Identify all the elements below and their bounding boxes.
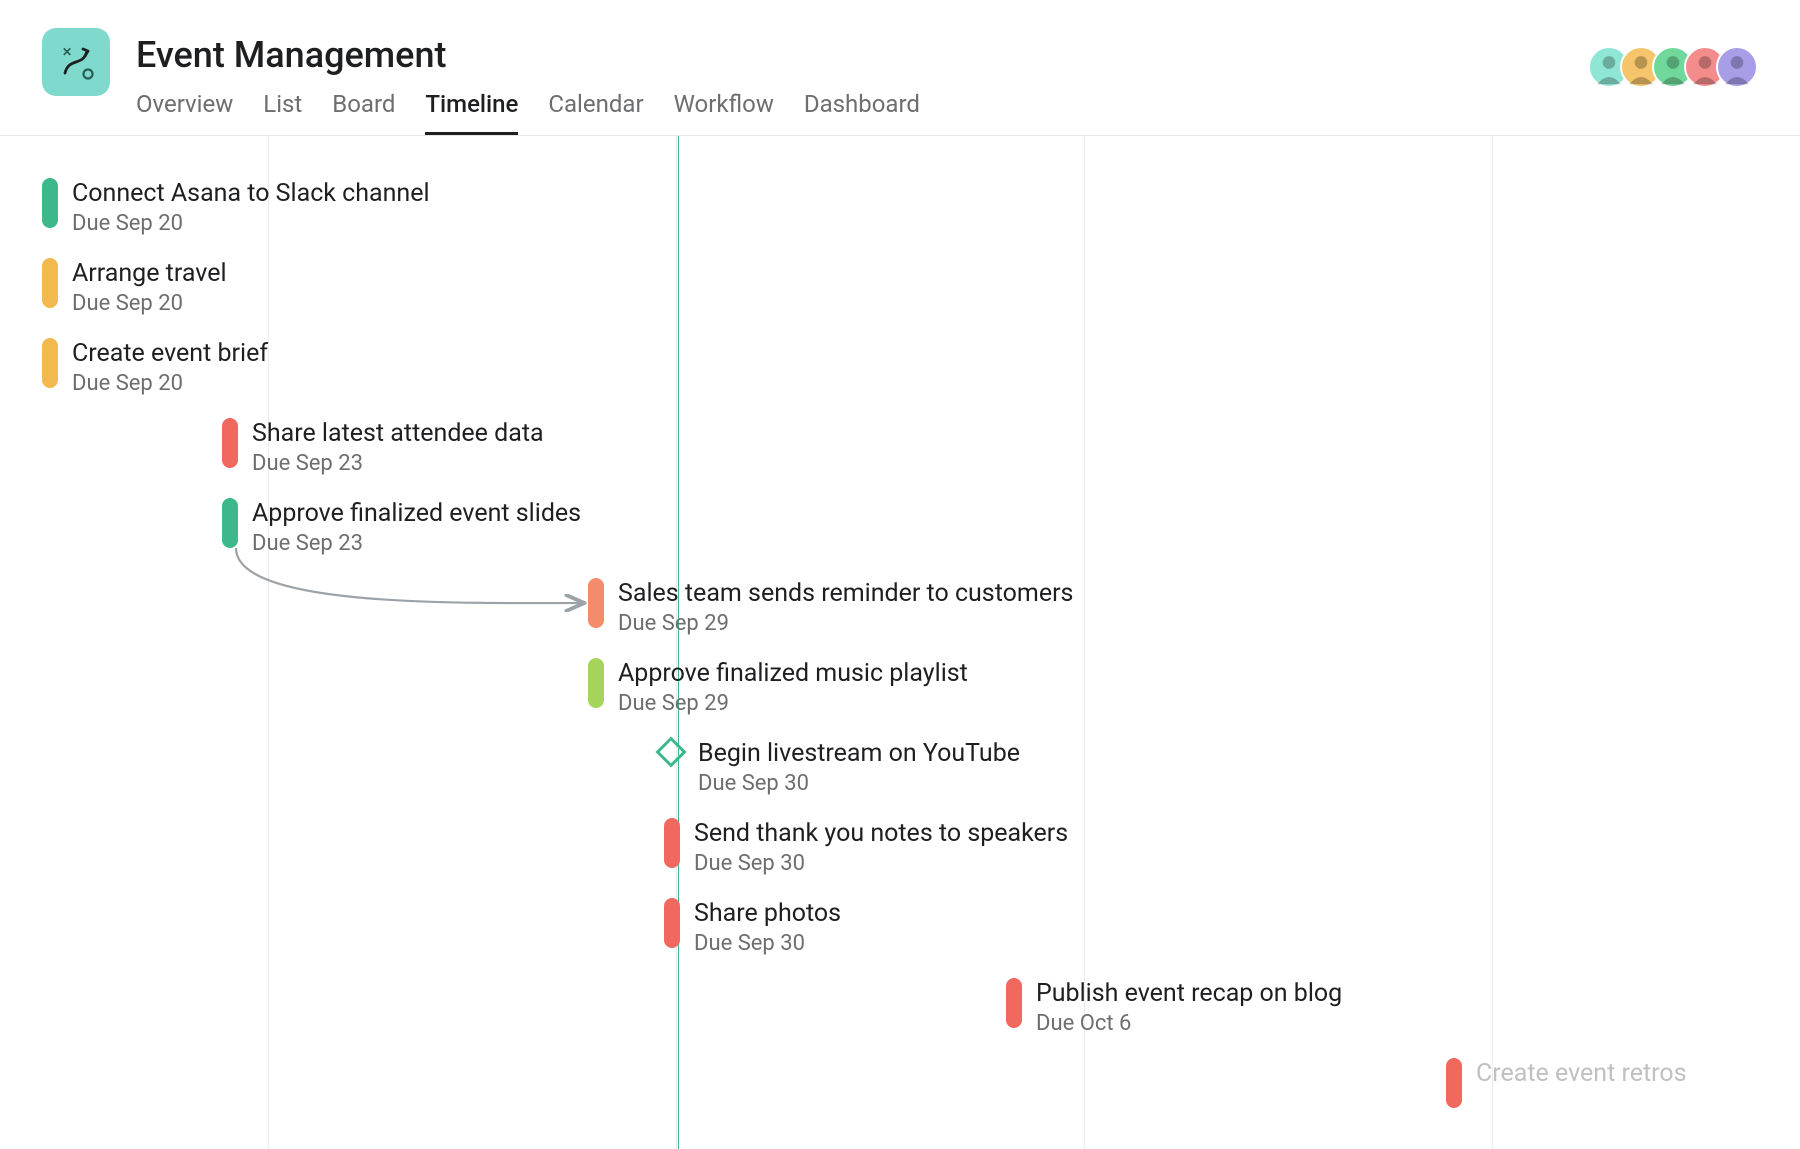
task-pill xyxy=(222,498,238,548)
timeline-area[interactable]: Connect Asana to Slack channelDue Sep 20… xyxy=(0,136,1800,1149)
task-pill xyxy=(222,418,238,468)
project-icon[interactable]: ✕ xyxy=(42,28,110,96)
tab-calendar[interactable]: Calendar xyxy=(548,82,643,135)
timeline-task[interactable]: Create event briefDue Sep 20 xyxy=(42,338,268,396)
grid-line xyxy=(268,136,269,1149)
task-text: Connect Asana to Slack channelDue Sep 20 xyxy=(72,178,430,236)
timeline-task[interactable]: Share photosDue Sep 30 xyxy=(664,898,841,956)
task-pill xyxy=(664,818,680,868)
timeline-task[interactable]: Sales team sends reminder to customersDu… xyxy=(588,578,1073,636)
task-due: Due Sep 23 xyxy=(252,451,544,476)
task-title: Share latest attendee data xyxy=(252,418,544,449)
tab-timeline[interactable]: Timeline xyxy=(425,82,518,135)
task-pill xyxy=(664,898,680,948)
task-text: Share latest attendee dataDue Sep 23 xyxy=(252,418,544,476)
tab-overview[interactable]: Overview xyxy=(136,82,233,135)
task-due: Due Sep 30 xyxy=(694,851,1068,876)
task-text: Share photosDue Sep 30 xyxy=(694,898,841,956)
task-title: Create event brief xyxy=(72,338,268,369)
task-pill xyxy=(588,578,604,628)
task-due: Due Sep 29 xyxy=(618,611,1073,636)
milestone-icon xyxy=(655,736,686,767)
task-title: Approve finalized music playlist xyxy=(618,658,968,689)
header-content: Event Management Overview List Board Timeli… xyxy=(136,28,920,135)
grid-line xyxy=(676,136,677,1149)
header-left: ✕ Event Management Overview List Board Time… xyxy=(42,28,920,135)
task-due: Due Sep 20 xyxy=(72,371,268,396)
tab-board[interactable]: Board xyxy=(332,82,395,135)
svg-text:✕: ✕ xyxy=(62,45,72,59)
task-text: Approve finalized event slidesDue Sep 23 xyxy=(252,498,581,556)
tabs: Overview List Board Timeline Calendar Workflo… xyxy=(136,82,920,135)
timeline-task[interactable]: Approve finalized event slidesDue Sep 23 xyxy=(222,498,581,556)
task-text: Create event briefDue Sep 20 xyxy=(72,338,268,396)
task-text: Publish event recap on blogDue Oct 6 xyxy=(1036,978,1342,1036)
timeline-task[interactable]: Share latest attendee dataDue Sep 23 xyxy=(222,418,544,476)
timeline-task[interactable]: Create event retros xyxy=(1446,1058,1687,1108)
tab-dashboard[interactable]: Dashboard xyxy=(804,82,920,135)
task-due: Due Sep 20 xyxy=(72,211,430,236)
task-pill xyxy=(42,178,58,228)
timeline-task[interactable]: Begin livestream on YouTubeDue Sep 30 xyxy=(660,738,1020,796)
task-title: Begin livestream on YouTube xyxy=(698,738,1020,769)
task-text: Arrange travelDue Sep 20 xyxy=(72,258,227,316)
project-title: Event Management xyxy=(136,34,920,76)
task-text: Sales team sends reminder to customersDu… xyxy=(618,578,1073,636)
task-pill xyxy=(1446,1058,1462,1108)
task-title: Sales team sends reminder to customers xyxy=(618,578,1073,609)
task-due: Due Sep 30 xyxy=(698,771,1020,796)
task-title: Publish event recap on blog xyxy=(1036,978,1342,1009)
timeline-task[interactable]: Send thank you notes to speakersDue Sep … xyxy=(664,818,1068,876)
task-pill xyxy=(1006,978,1022,1028)
task-pill xyxy=(42,338,58,388)
task-text: Approve finalized music playlistDue Sep … xyxy=(618,658,968,716)
avatar[interactable] xyxy=(1716,46,1758,88)
task-title: Share photos xyxy=(694,898,841,929)
task-title: Connect Asana to Slack channel xyxy=(72,178,430,209)
task-due: Due Sep 23 xyxy=(252,531,581,556)
tab-list[interactable]: List xyxy=(263,82,302,135)
timeline-task[interactable]: Arrange travelDue Sep 20 xyxy=(42,258,227,316)
grid-line xyxy=(1492,136,1493,1149)
task-title: Send thank you notes to speakers xyxy=(694,818,1068,849)
task-due: Due Oct 6 xyxy=(1036,1011,1342,1036)
timeline-task[interactable]: Approve finalized music playlistDue Sep … xyxy=(588,658,968,716)
header: ✕ Event Management Overview List Board Time… xyxy=(0,0,1800,136)
task-text: Send thank you notes to speakersDue Sep … xyxy=(694,818,1068,876)
task-title: Approve finalized event slides xyxy=(252,498,581,529)
task-due: Due Sep 30 xyxy=(694,931,841,956)
avatar-group[interactable] xyxy=(1588,46,1758,88)
task-pill xyxy=(42,258,58,308)
task-title: Create event retros xyxy=(1476,1058,1687,1089)
task-text: Create event retros xyxy=(1476,1058,1687,1089)
timeline-task[interactable]: Publish event recap on blogDue Oct 6 xyxy=(1006,978,1342,1036)
task-title: Arrange travel xyxy=(72,258,227,289)
task-text: Begin livestream on YouTubeDue Sep 30 xyxy=(698,738,1020,796)
project-glyph-icon: ✕ xyxy=(55,41,97,83)
task-pill xyxy=(588,658,604,708)
today-line xyxy=(678,136,679,1149)
tab-workflow[interactable]: Workflow xyxy=(674,82,774,135)
task-due: Due Sep 29 xyxy=(618,691,968,716)
timeline-task[interactable]: Connect Asana to Slack channelDue Sep 20 xyxy=(42,178,430,236)
task-due: Due Sep 20 xyxy=(72,291,227,316)
